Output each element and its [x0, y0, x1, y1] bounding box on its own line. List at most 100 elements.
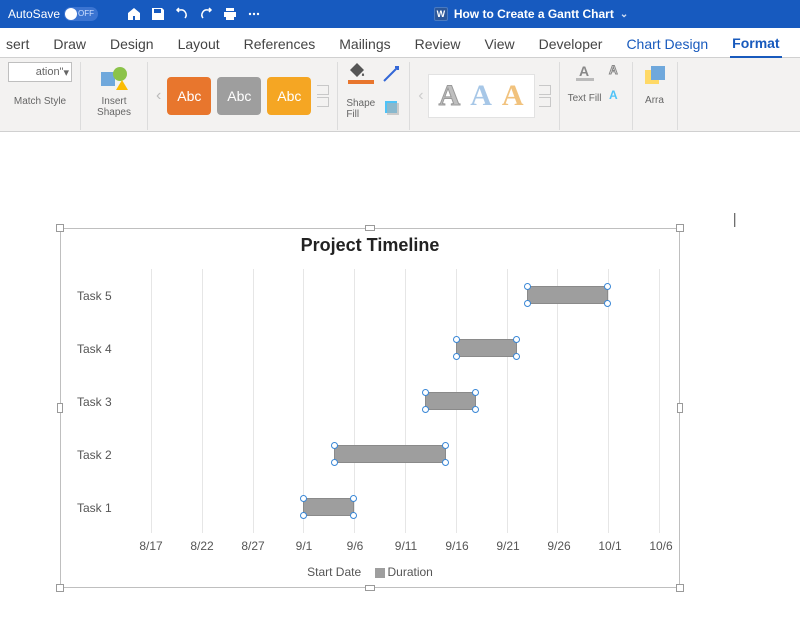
- group-arrange: Arra: [633, 62, 678, 130]
- grid-line: [303, 269, 304, 533]
- bar-selection-handle[interactable]: [350, 495, 357, 502]
- word-window: AutoSave OFF W How to Create a Gantt Cha…: [0, 0, 800, 632]
- legend-start: Start Date: [307, 565, 361, 579]
- chart-title[interactable]: Project Timeline: [61, 229, 679, 260]
- text-fill-button[interactable]: A: [573, 62, 597, 87]
- shape-fill-button[interactable]: [348, 62, 374, 84]
- bar-selection-handle[interactable]: [604, 283, 611, 290]
- more-icon[interactable]: [246, 6, 262, 22]
- bar-selection-handle[interactable]: [442, 442, 449, 449]
- chart-legend[interactable]: Start Date Duration: [61, 565, 679, 579]
- bar-selection-handle[interactable]: [524, 283, 531, 290]
- shape-style-1[interactable]: Abc: [167, 77, 211, 115]
- shapes-icon: [98, 62, 130, 94]
- insert-shapes-button[interactable]: Insert Shapes: [89, 62, 139, 120]
- arrange-button[interactable]: [641, 62, 669, 95]
- bar-selection-handle[interactable]: [472, 389, 479, 396]
- grid-line: [659, 269, 660, 533]
- tab-chart-design[interactable]: Chart Design: [624, 32, 710, 57]
- tab-layout[interactable]: Layout: [176, 32, 222, 57]
- text-fill-icon: A: [573, 62, 597, 82]
- svg-text:A: A: [579, 63, 589, 79]
- save-icon[interactable]: [150, 6, 166, 22]
- tab-format[interactable]: Format: [730, 31, 781, 58]
- bar-selection-handle[interactable]: [453, 353, 460, 360]
- wordart-gallery[interactable]: A A A: [428, 74, 535, 118]
- y-axis-label: Task 3: [61, 395, 141, 409]
- tab-insert[interactable]: sert: [4, 32, 31, 57]
- grid-line: [557, 269, 558, 533]
- grid-line: [151, 269, 152, 533]
- wordart-style-2[interactable]: A: [470, 81, 492, 111]
- toggle-switch-icon[interactable]: [64, 7, 98, 21]
- bar-selection-handle[interactable]: [331, 459, 338, 466]
- shape-fill-label: Shape Fill: [346, 98, 375, 120]
- tab-mailings[interactable]: Mailings: [337, 32, 392, 57]
- tab-draw[interactable]: Draw: [51, 32, 88, 57]
- x-axis-label: 8/22: [190, 539, 213, 553]
- selection-value: ation": [36, 66, 64, 78]
- gantt-bar[interactable]: [425, 392, 476, 410]
- chevron-left-icon[interactable]: ‹: [156, 87, 161, 105]
- gantt-bar[interactable]: [303, 498, 354, 516]
- match-style-button[interactable]: Match Style: [14, 96, 66, 107]
- document-canvas[interactable]: I Project Timeline Start Date Duration 8…: [0, 132, 800, 632]
- shape-style-2[interactable]: Abc: [217, 77, 261, 115]
- bar-selection-handle[interactable]: [513, 353, 520, 360]
- x-axis-label: 8/27: [241, 539, 264, 553]
- wordart-style-1[interactable]: A: [439, 81, 461, 111]
- gantt-bar[interactable]: [527, 286, 608, 304]
- wordart-style-3[interactable]: A: [502, 81, 524, 111]
- y-axis-label: Task 5: [61, 289, 141, 303]
- bar-selection-handle[interactable]: [331, 442, 338, 449]
- redo-icon[interactable]: [198, 6, 214, 22]
- shape-style-3[interactable]: Abc: [267, 77, 311, 115]
- group-text-fill: A Text Fill A A: [560, 62, 633, 130]
- print-icon[interactable]: [222, 6, 238, 22]
- undo-icon[interactable]: [174, 6, 190, 22]
- bar-selection-handle[interactable]: [472, 406, 479, 413]
- tab-references[interactable]: References: [242, 32, 318, 57]
- tab-design[interactable]: Design: [108, 32, 156, 57]
- chart-object[interactable]: Project Timeline Start Date Duration 8/1…: [60, 228, 680, 588]
- tab-developer[interactable]: Developer: [537, 32, 605, 57]
- tab-review[interactable]: Review: [413, 32, 463, 57]
- bar-selection-handle[interactable]: [300, 495, 307, 502]
- gantt-bar[interactable]: [456, 339, 517, 357]
- x-axis-label: 9/11: [395, 539, 417, 553]
- chevron-left-icon[interactable]: ‹: [418, 87, 423, 105]
- bar-selection-handle[interactable]: [604, 300, 611, 307]
- bar-selection-handle[interactable]: [422, 406, 429, 413]
- bar-selection-handle[interactable]: [300, 512, 307, 519]
- home-icon[interactable]: [126, 6, 142, 22]
- bar-selection-handle[interactable]: [524, 300, 531, 307]
- gantt-bar[interactable]: [334, 445, 446, 463]
- bar-selection-handle[interactable]: [442, 459, 449, 466]
- chevron-down-icon[interactable]: ⌄: [620, 9, 628, 20]
- text-effects-button[interactable]: A: [606, 87, 624, 106]
- x-axis-label: 10/6: [649, 539, 672, 553]
- bar-selection-handle[interactable]: [422, 389, 429, 396]
- shape-effects-button[interactable]: [381, 97, 401, 122]
- plot-area[interactable]: [151, 269, 659, 533]
- autosave-toggle[interactable]: AutoSave OFF: [8, 7, 118, 21]
- autosave-label: AutoSave: [8, 7, 60, 21]
- ribbon-tabs: sert Draw Design Layout References Maili…: [0, 28, 800, 58]
- gallery-expand[interactable]: [539, 74, 551, 118]
- insert-shapes-label: Insert Shapes: [97, 96, 131, 118]
- arrange-label: Arra: [645, 95, 664, 106]
- grid-line: [253, 269, 254, 533]
- text-fill-label: Text Fill: [568, 93, 602, 104]
- text-outline-button[interactable]: A: [606, 62, 624, 81]
- tab-view[interactable]: View: [483, 32, 517, 57]
- grid-line: [405, 269, 406, 533]
- shape-outline-button[interactable]: [381, 64, 401, 89]
- x-axis-label: 9/16: [445, 539, 468, 553]
- ribbon: ation"▾ Match Style Insert Shapes ‹ Abc …: [0, 58, 800, 132]
- bar-selection-handle[interactable]: [513, 336, 520, 343]
- bar-selection-handle[interactable]: [453, 336, 460, 343]
- x-axis-label: 9/6: [347, 539, 364, 553]
- gallery-expand[interactable]: [317, 77, 329, 115]
- selection-dropdown[interactable]: ation"▾: [8, 62, 72, 82]
- bar-selection-handle[interactable]: [350, 512, 357, 519]
